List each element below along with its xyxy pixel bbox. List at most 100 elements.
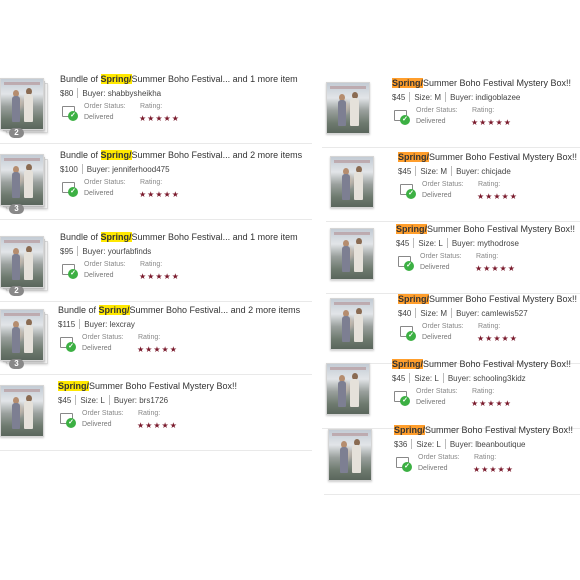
order-title[interactable]: Spring/Summer Boho Festival Mystery Box!… [398,294,577,304]
order-row[interactable]: Spring/Summer Boho Festival Mystery Box!… [0,381,312,451]
order-buyer: Buyer: yourfabfinds [82,247,151,256]
order-status-value: Delivered [416,399,446,406]
buyer-label: Buyer: [456,309,480,318]
order-thumbnail[interactable] [326,82,372,136]
size-value: L [438,239,443,248]
order-row[interactable]: 3 Bundle of Spring/Summer Boho Festival..… [0,305,312,375]
order-title[interactable]: Spring/Summer Boho Festival Mystery Box!… [392,359,571,369]
order-status-value: Delivered [82,421,112,428]
delivered-status-icon: ✓ [394,391,410,406]
buyer-username[interactable]: mythodrose [477,239,519,248]
order-title[interactable]: Spring/Summer Boho Festival Mystery Box!… [58,381,237,391]
order-row[interactable]: 2 Bundle of Spring/Summer Boho Festival..… [0,232,312,302]
buyer-username[interactable]: lexcray [110,320,135,329]
size-value: M [440,167,448,176]
photo-detail [350,98,359,126]
product-photo [0,154,44,206]
order-status-label: Order Status: [84,179,126,186]
photo-detail [24,94,33,122]
check-icon: ✓ [68,187,78,197]
order-title[interactable]: Spring/Summer Boho Festival Mystery Box!… [392,78,571,88]
title-rest: Summer Boho Festival Mystery Box!! [425,425,574,435]
order-thumbnail[interactable] [0,385,46,439]
photo-detail [350,379,359,407]
meta-divider [444,439,446,449]
order-size: Size: M [420,167,447,176]
order-thumbnail[interactable] [328,429,374,483]
photo-detail [4,313,40,316]
buyer-username[interactable]: schooling3kidz [473,374,525,383]
check-icon: ✓ [400,115,410,125]
buyer-username[interactable]: lbeanboutique [475,440,525,449]
title-prefix: Bundle of [60,150,101,160]
buyer-label: Buyer: [82,247,106,256]
order-title[interactable]: Bundle of Spring/Summer Boho Festival...… [58,305,300,315]
search-highlight: Spring/ [100,232,132,242]
order-thumbnail[interactable] [330,156,376,210]
buyer-username[interactable]: jenniferhood475 [112,165,169,174]
order-size: Size: L [80,396,104,405]
photo-detail [342,246,350,272]
meta-divider [77,246,79,256]
order-thumbnail[interactable] [326,363,372,417]
order-size: Size: L [416,440,440,449]
rating-stars: ★★★★★ [477,334,518,343]
order-row[interactable]: Spring/Summer Boho Festival Mystery Box!… [326,294,580,364]
order-title[interactable]: Spring/Summer Boho Festival Mystery Box!… [394,425,573,435]
title-rest: Summer Boho Festival Mystery Box!! [89,381,238,391]
buyer-label: Buyer: [84,320,108,329]
order-row[interactable]: Spring/Summer Boho Festival Mystery Box!… [322,78,580,148]
product-photo [330,156,374,208]
buyer-username[interactable]: chicjade [481,167,510,176]
size-label: Size: [418,239,437,248]
order-title[interactable]: Spring/Summer Boho Festival Mystery Box!… [398,152,577,162]
rating-stars: ★★★★★ [139,272,180,281]
delivered-status-icon: ✓ [396,457,412,472]
buyer-username[interactable]: brs1726 [139,396,168,405]
order-thumbnail[interactable]: 2 [0,236,48,296]
order-status-label: Order Status: [422,323,464,330]
order-thumbnail[interactable] [330,228,376,282]
rating-stars: ★★★★★ [473,465,514,474]
buyer-username[interactable]: camlewis527 [481,309,527,318]
order-row[interactable]: 2 Bundle of Spring/Summer Boho Festival..… [0,74,312,144]
order-thumbnail[interactable]: 3 [0,309,48,369]
photo-detail [12,403,20,429]
rating-stars: ★★★★★ [475,264,516,273]
buyer-username[interactable]: shabbysheikha [108,89,161,98]
photo-detail [4,240,40,243]
order-buyer: Buyer: mythodrose [452,239,519,248]
order-thumbnail[interactable] [330,298,376,352]
search-highlight: Spring/ [398,152,429,162]
order-title[interactable]: Bundle of Spring/Summer Boho Festival...… [60,150,302,160]
order-row[interactable]: Spring/Summer Boho Festival Mystery Box!… [326,152,580,222]
photo-detail [12,172,20,198]
delivered-status-icon: ✓ [62,106,78,121]
order-status-value: Delivered [82,345,112,352]
check-icon: ✓ [68,269,78,279]
order-thumbnail[interactable]: 3 [0,154,48,214]
size-value: M [440,309,448,318]
order-size: Size: L [414,374,438,383]
buyer-label: Buyer: [451,239,475,248]
order-thumbnail[interactable]: 2 [0,78,48,138]
order-row[interactable]: Spring/Summer Boho Festival Mystery Box!… [324,425,580,495]
meta-divider [411,439,413,449]
rating-stars: ★★★★★ [139,114,180,123]
size-value: M [434,93,442,102]
order-row[interactable]: Spring/Summer Boho Festival Mystery Box!… [326,224,580,294]
order-row[interactable]: 3 Bundle of Spring/Summer Boho Festival..… [0,150,312,220]
order-title[interactable]: Bundle of Spring/Summer Boho Festival...… [60,74,298,84]
size-label: Size: [80,396,99,405]
buyer-username[interactable]: indigoblazee [475,93,520,102]
order-price: $100 [60,165,78,174]
order-title[interactable]: Spring/Summer Boho Festival Mystery Box!… [396,224,575,234]
meta-divider [81,164,83,174]
buyer-label: Buyer: [82,89,106,98]
order-row[interactable]: Spring/Summer Boho Festival Mystery Box!… [322,359,580,429]
buyer-username[interactable]: yourfabfinds [108,247,152,256]
order-price: $80 [60,89,74,98]
photo-detail [354,172,363,200]
photo-detail [24,252,33,280]
order-title[interactable]: Bundle of Spring/Summer Boho Festival...… [60,232,298,242]
